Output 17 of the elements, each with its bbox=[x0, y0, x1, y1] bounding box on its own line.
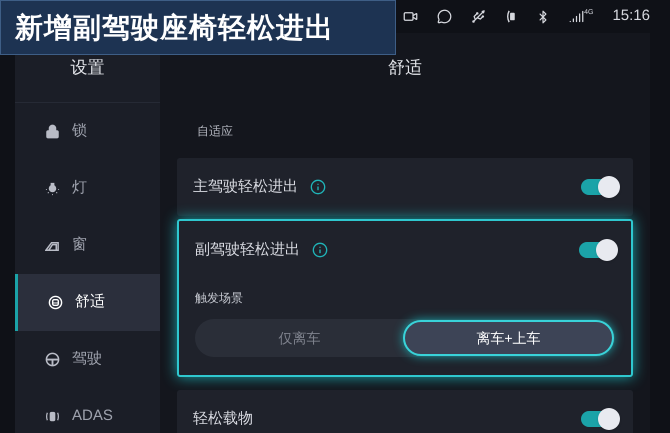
sidebar-item[interactable]: 驾驶 bbox=[15, 331, 160, 388]
page-title: 舒适 bbox=[388, 57, 422, 80]
sidebar-title: 设置 bbox=[70, 56, 104, 79]
sidebar-item[interactable]: 舒适 bbox=[15, 274, 160, 331]
caption-banner: 新增副驾驶座椅轻松进出 bbox=[0, 0, 396, 55]
setting-label: 副驾驶轻松进出 bbox=[195, 240, 300, 260]
clock-time: 15:16 bbox=[612, 6, 650, 26]
section-label: 自适应 bbox=[197, 122, 233, 140]
setting-label: 轻松载物 bbox=[193, 408, 253, 429]
trigger-label: 触发场景 bbox=[195, 290, 243, 307]
segment-option[interactable]: 仅离车 bbox=[196, 320, 403, 356]
sidebar-item[interactable]: 窗 bbox=[15, 217, 160, 274]
setting-label: 主驾驶轻松进出 bbox=[193, 176, 298, 197]
sidebar-item[interactable]: ADAS bbox=[15, 388, 160, 433]
segment-option[interactable]: 离车+上车 bbox=[403, 320, 614, 356]
sidebar-item[interactable]: 锁 bbox=[15, 103, 160, 160]
sidebar-item[interactable]: 灯 bbox=[15, 160, 160, 217]
